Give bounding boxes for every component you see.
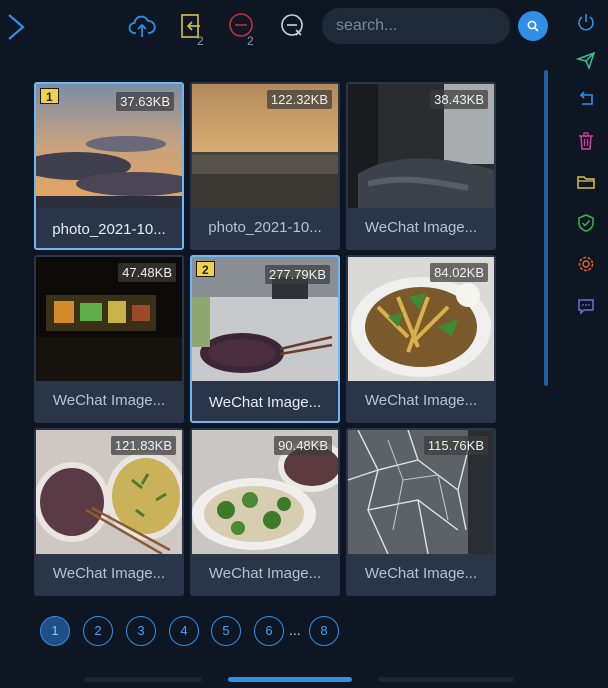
power-button[interactable] [576, 12, 596, 32]
send-button[interactable] [575, 50, 596, 71]
file-name: photo_2021-10... [52, 221, 166, 238]
page-button[interactable]: 4 [169, 616, 199, 646]
file-size: 277.79KB [264, 265, 330, 284]
image-card[interactable]: 115.76KB WeChat Image... [346, 428, 496, 596]
image-card[interactable]: 47.48KB WeChat Image... [34, 255, 184, 423]
send-icon [575, 51, 596, 71]
file-size: 37.63KB [116, 92, 174, 111]
clear-selection-icon [281, 14, 303, 36]
file-size: 84.02KB [430, 263, 488, 282]
scroll-track-left [84, 677, 202, 682]
horizontal-scrollbar-thumb[interactable] [228, 677, 352, 682]
undo-icon [579, 91, 593, 105]
page-button[interactable]: 5 [211, 616, 241, 646]
security-button[interactable] [576, 213, 596, 233]
page-button[interactable]: 2 [83, 616, 113, 646]
settings-button[interactable] [576, 254, 596, 274]
file-size: 47.48KB [118, 263, 176, 282]
image-card[interactable]: 38.43KB WeChat Image... [346, 82, 496, 250]
move-count: 2 [197, 34, 204, 48]
image-card[interactable]: 1 37.63KB photo_2021-10... [34, 82, 184, 250]
chat-button[interactable] [576, 296, 596, 316]
image-card[interactable]: 121.83KB WeChat Image... [34, 428, 184, 596]
gear-icon [578, 256, 594, 272]
file-name: WeChat Image... [364, 392, 478, 409]
cloud-upload-icon [128, 15, 156, 37]
search-button[interactable] [518, 11, 548, 41]
file-size: 38.43KB [430, 90, 488, 109]
search-icon [527, 20, 539, 32]
image-card[interactable]: 122.32KB photo_2021-10... [190, 82, 340, 250]
search-input[interactable] [322, 8, 510, 44]
file-name: WeChat Image... [52, 565, 166, 582]
scroll-track-right [378, 677, 514, 682]
file-name: WeChat Image... [364, 565, 478, 582]
undo-button[interactable] [576, 89, 596, 109]
file-name: WeChat Image... [364, 219, 478, 236]
file-name: photo_2021-10... [208, 219, 322, 236]
power-icon [578, 14, 594, 31]
chevron-right-icon [8, 14, 25, 40]
folder-button[interactable] [576, 172, 596, 192]
toolbar: 2 2 [0, 0, 560, 54]
page-button[interactable]: 6 [254, 616, 284, 646]
image-card[interactable]: 2 277.79KB WeChat Image... [190, 255, 340, 423]
delete-button[interactable] [576, 131, 596, 151]
file-size: 115.76KB [423, 436, 488, 455]
image-card[interactable]: 84.02KB WeChat Image... [346, 255, 496, 423]
file-size: 90.48KB [274, 436, 332, 455]
clear-selection-button[interactable] [279, 12, 307, 40]
file-size: 121.83KB [110, 436, 176, 455]
back-button[interactable] [4, 12, 28, 42]
file-name: WeChat Image... [52, 392, 166, 409]
remove-count: 2 [247, 34, 254, 48]
chat-icon [578, 299, 594, 315]
page-ellipsis: ... [289, 622, 301, 638]
trash-icon [579, 132, 593, 150]
page-button[interactable]: 3 [126, 616, 156, 646]
selection-badge: 2 [196, 261, 215, 277]
folder-icon [577, 176, 595, 189]
upload-button[interactable] [128, 12, 156, 40]
file-name: WeChat Image... [208, 565, 322, 582]
selection-badge: 1 [40, 88, 59, 104]
right-action-rail [570, 0, 608, 688]
page-button[interactable]: 1 [40, 616, 70, 646]
page-button-last[interactable]: 8 [309, 616, 339, 646]
image-card[interactable]: 90.48KB WeChat Image... [190, 428, 340, 596]
file-name: WeChat Image... [208, 394, 322, 411]
shield-check-icon [578, 214, 594, 232]
file-size: 122.32KB [266, 90, 332, 109]
vertical-scrollbar[interactable] [544, 70, 548, 386]
